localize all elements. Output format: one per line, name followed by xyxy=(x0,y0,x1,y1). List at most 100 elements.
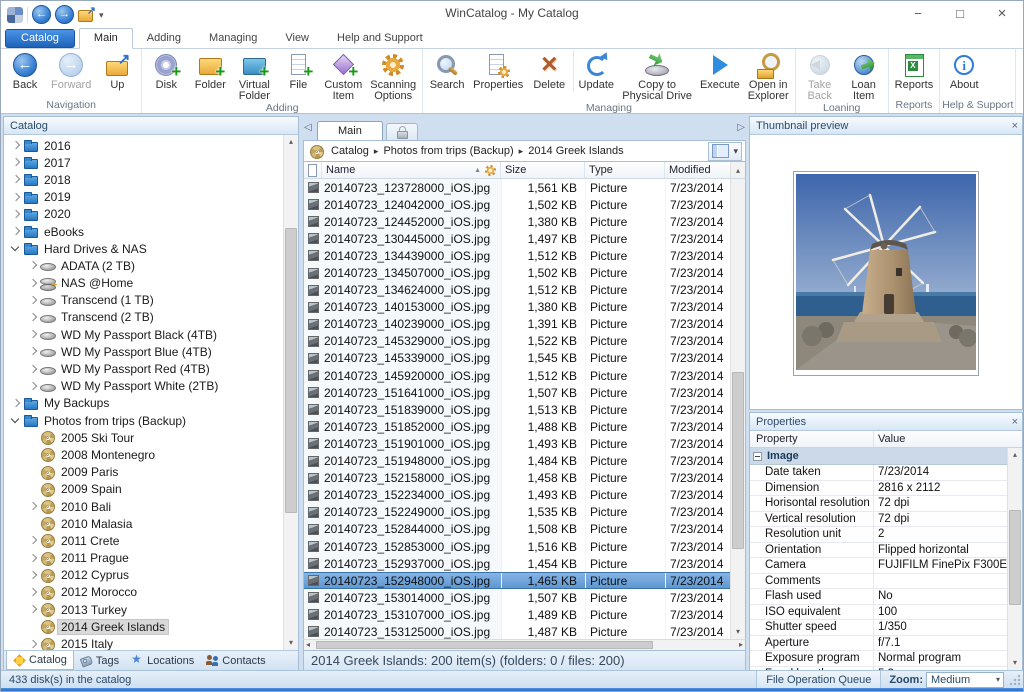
tree-item-wd-my-passport-red-4tb[interactable]: WD My Passport Red (4TB) xyxy=(4,360,284,377)
horizontal-scrollbar[interactable] xyxy=(303,639,746,651)
tree-item-2015-italy[interactable]: 2015 Italy xyxy=(4,635,284,650)
tree-item-wd-my-passport-white-2tb[interactable]: WD My Passport White (2TB) xyxy=(4,378,284,395)
tree-item-2020[interactable]: 2020 xyxy=(4,206,284,223)
file-row[interactable]: 20140723_152158000_iOS.jpg1,458 KBPictur… xyxy=(304,470,731,487)
expander-icon[interactable] xyxy=(25,344,40,359)
property-row-dimension[interactable]: Dimension2816 x 2112 xyxy=(750,481,1008,497)
ribbon-tab-view[interactable]: View xyxy=(271,29,323,48)
breadcrumb-2014-greek-islands[interactable]: 2014 Greek Islands xyxy=(528,145,623,157)
scroll-right-icon[interactable] xyxy=(739,640,743,650)
zoom-dropdown[interactable]: Medium xyxy=(926,672,1004,688)
tree-item-2011-crete[interactable]: 2011 Crete xyxy=(4,532,284,549)
expander-icon[interactable] xyxy=(8,241,23,256)
ribbon-tab-managing[interactable]: Managing xyxy=(195,29,271,48)
locked-document-tab[interactable] xyxy=(386,123,418,140)
column-header-size[interactable]: Size xyxy=(501,162,585,178)
tree-item-transcend-2-tb[interactable]: Transcend (2 TB) xyxy=(4,309,284,326)
file-row[interactable]: 20140723_124452000_iOS.jpg1,380 KBPictur… xyxy=(304,213,731,230)
expander-icon[interactable] xyxy=(25,379,40,394)
property-row-horisontal-resolution[interactable]: Horisontal resolution72 dpi xyxy=(750,496,1008,512)
file-list-scrollbar[interactable] xyxy=(730,179,745,639)
column-header-modified[interactable]: Modified xyxy=(665,162,730,178)
expander-icon[interactable] xyxy=(8,224,23,239)
minimize-button[interactable] xyxy=(897,1,939,27)
tree-item-2014-greek-islands[interactable]: 2014 Greek Islands xyxy=(4,618,284,635)
file-row[interactable]: 20140723_140153000_iOS.jpg1,380 KBPictur… xyxy=(304,299,731,316)
expander-icon[interactable] xyxy=(25,637,40,650)
property-row-orientation[interactable]: OrientationFlipped horizontal xyxy=(750,543,1008,559)
tree-item-nas-home[interactable]: NAS @Home xyxy=(4,275,284,292)
tree-item-2012-morocco[interactable]: 2012 Morocco xyxy=(4,584,284,601)
ribbon-button-back[interactable]: Back xyxy=(3,50,47,91)
ribbon-button-disk[interactable]: Disk xyxy=(144,50,188,91)
scroll-up-icon[interactable] xyxy=(730,162,745,178)
tree-item-2016[interactable]: 2016 xyxy=(4,137,284,154)
scrollbar-thumb[interactable] xyxy=(316,641,653,649)
file-row[interactable]: 20140723_151948000_iOS.jpg1,484 KBPictur… xyxy=(304,453,731,470)
tree-item-2010-bali[interactable]: 2010 Bali xyxy=(4,498,284,515)
close-button[interactable] xyxy=(981,1,1023,27)
ribbon-button-update[interactable]: Update xyxy=(573,50,618,91)
column-header-file-icon[interactable] xyxy=(304,162,322,178)
file-row[interactable]: 20140723_145339000_iOS.jpg1,545 KBPictur… xyxy=(304,350,731,367)
ribbon-button-file[interactable]: File xyxy=(276,50,320,91)
tree-item-2009-spain[interactable]: 2009 Spain xyxy=(4,481,284,498)
main-document-tab[interactable]: Main xyxy=(317,121,383,140)
expander-icon[interactable] xyxy=(25,568,40,583)
expander-icon[interactable] xyxy=(8,155,23,170)
breadcrumb-catalog[interactable]: Catalog xyxy=(331,145,369,157)
ribbon-button-reports[interactable]: Reports xyxy=(891,50,938,91)
expander-icon[interactable] xyxy=(8,413,23,428)
file-row[interactable]: 20140723_152249000_iOS.jpg1,535 KBPictur… xyxy=(304,504,731,521)
file-row[interactable]: 20140723_151852000_iOS.jpg1,488 KBPictur… xyxy=(304,418,731,435)
property-group-image[interactable]: Image xyxy=(750,448,1008,465)
tree-item-transcend-1-tb[interactable]: Transcend (1 TB) xyxy=(4,292,284,309)
expander-icon[interactable] xyxy=(8,138,23,153)
expander-icon[interactable] xyxy=(8,396,23,411)
file-operation-queue-button[interactable]: File Operation Queue xyxy=(756,671,881,688)
column-settings-gear-icon[interactable] xyxy=(485,165,496,176)
file-row[interactable]: 20140723_134439000_iOS.jpg1,512 KBPictur… xyxy=(304,247,731,264)
tree-item-2018[interactable]: 2018 xyxy=(4,171,284,188)
ribbon-tab-adding[interactable]: Adding xyxy=(133,29,195,48)
property-row-flash-used[interactable]: Flash usedNo xyxy=(750,589,1008,605)
tree-item-wd-my-passport-blue-4tb[interactable]: WD My Passport Blue (4TB) xyxy=(4,343,284,360)
value-column-header[interactable]: Value xyxy=(874,431,1022,447)
qat-up-icon[interactable] xyxy=(78,7,95,22)
ribbon-button-up[interactable]: Up xyxy=(95,50,139,91)
breadcrumb-photos-from-trips-backup[interactable]: Photos from trips (Backup) xyxy=(383,145,513,157)
column-header-name[interactable]: Name xyxy=(322,162,501,178)
file-row[interactable]: 20140723_145920000_iOS.jpg1,512 KBPictur… xyxy=(304,367,731,384)
ribbon-button-folder[interactable]: Folder xyxy=(188,50,232,91)
property-row-date-taken[interactable]: Date taken7/23/2014 xyxy=(750,465,1008,481)
expander-icon[interactable] xyxy=(25,327,40,342)
tree-item-2008-montenegro[interactable]: 2008 Montenegro xyxy=(4,446,284,463)
tree-item-wd-my-passport-black-4tb[interactable]: WD My Passport Black (4TB) xyxy=(4,326,284,343)
scroll-down-icon[interactable] xyxy=(284,636,298,650)
tab-scroll-left-icon[interactable] xyxy=(304,122,312,133)
file-row[interactable]: 20140723_130445000_iOS.jpg1,497 KBPictur… xyxy=(304,230,731,247)
ribbon-button-loan-item[interactable]: Loan Item xyxy=(842,50,886,102)
file-row[interactable]: 20140723_145329000_iOS.jpg1,522 KBPictur… xyxy=(304,333,731,350)
panel-tab-locations[interactable]: Locations xyxy=(125,651,200,670)
file-row[interactable]: 20140723_152844000_iOS.jpg1,508 KBPictur… xyxy=(304,521,731,538)
file-row[interactable]: 20140723_152937000_iOS.jpg1,454 KBPictur… xyxy=(304,555,731,572)
expander-icon[interactable] xyxy=(25,499,40,514)
tree-item-2009-paris[interactable]: 2009 Paris xyxy=(4,464,284,481)
file-row[interactable]: 20140723_152853000_iOS.jpg1,516 KBPictur… xyxy=(304,538,731,555)
file-row[interactable]: 20140723_152234000_iOS.jpg1,493 KBPictur… xyxy=(304,487,731,504)
expander-icon[interactable] xyxy=(25,533,40,548)
tree-item-ebooks[interactable]: eBooks xyxy=(4,223,284,240)
property-row-aperture[interactable]: Aperturef/7.1 xyxy=(750,636,1008,652)
file-row[interactable]: 20140723_153014000_iOS.jpg1,507 KBPictur… xyxy=(304,589,731,606)
file-row[interactable]: 20140723_123728000_iOS.jpg1,561 KBPictur… xyxy=(304,179,731,196)
ribbon-button-virtual-folder[interactable]: Virtual Folder xyxy=(232,50,276,102)
tree-item-2011-prague[interactable]: 2011 Prague xyxy=(4,550,284,567)
tree-item-hard-drives-nas[interactable]: Hard Drives & NAS xyxy=(4,240,284,257)
column-header-type[interactable]: Type xyxy=(585,162,665,178)
ribbon-button-open-in-explorer[interactable]: Open in Explorer xyxy=(744,50,793,102)
scroll-down-icon[interactable] xyxy=(1008,656,1022,670)
maximize-button[interactable] xyxy=(939,1,981,27)
ribbon-tab-help-and-support[interactable]: Help and Support xyxy=(323,29,437,48)
scrollbar-thumb[interactable] xyxy=(1009,510,1021,605)
